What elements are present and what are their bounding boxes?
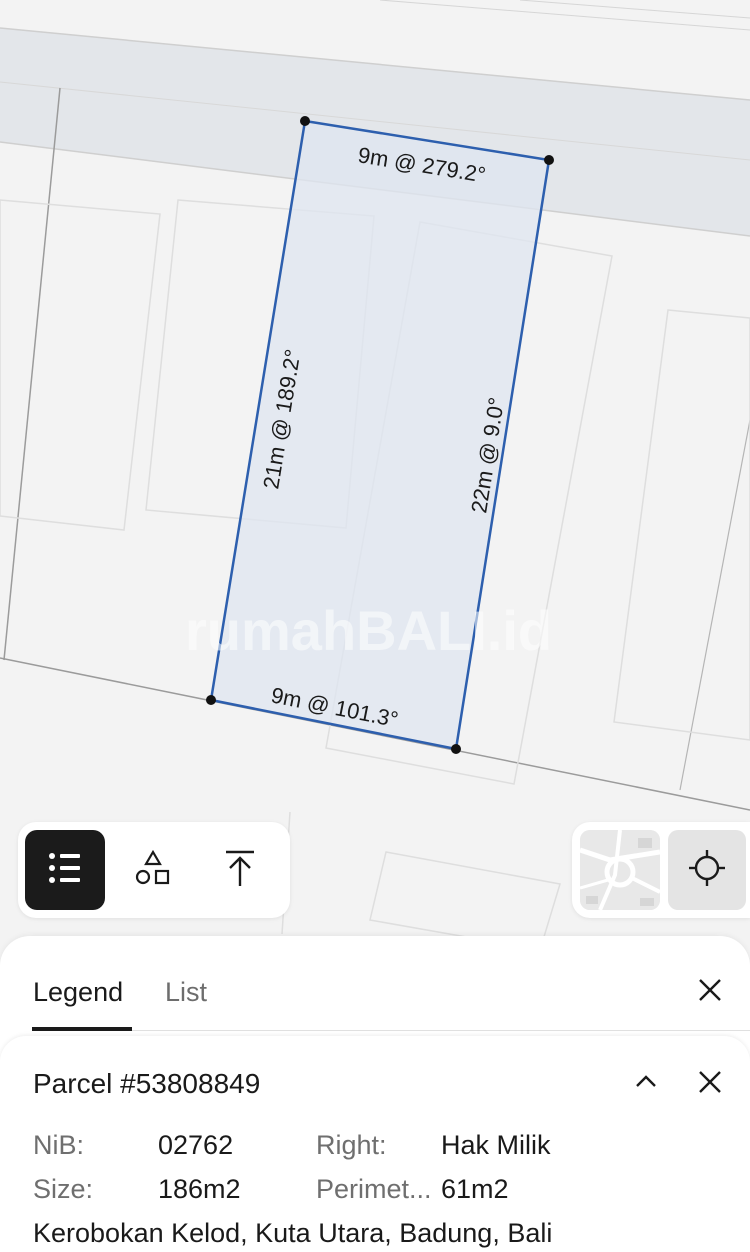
- crosshair-icon: [687, 848, 727, 893]
- panel-tabs: Legend List: [0, 936, 750, 1032]
- tab-divider: [32, 1030, 750, 1031]
- parcel-vertex[interactable]: [544, 155, 554, 165]
- close-panel-button[interactable]: [692, 974, 728, 1010]
- size-label: Size:: [33, 1174, 94, 1204]
- nib-label: NiB:: [33, 1130, 85, 1160]
- nib-value: 02762: [158, 1130, 234, 1160]
- export-button[interactable]: [200, 830, 280, 910]
- parcel-title: Parcel #53808849: [33, 1068, 261, 1099]
- basemap-thumbnail: [580, 830, 660, 910]
- chevron-up-icon: [633, 1069, 659, 1100]
- right-value: Hak Milik: [441, 1130, 551, 1160]
- watermark: rumahBALI.id: [185, 599, 552, 662]
- close-icon: [697, 1069, 723, 1100]
- close-card-button[interactable]: [692, 1066, 728, 1102]
- close-icon: [697, 977, 723, 1008]
- tab-list[interactable]: List: [165, 977, 207, 1008]
- size-value: 186m2: [158, 1174, 241, 1204]
- parcel-vertex[interactable]: [300, 116, 310, 126]
- legend-toggle-button[interactable]: [25, 830, 105, 910]
- parcel-vertex[interactable]: [451, 744, 461, 754]
- parcel-card: Parcel #53808849 NiB: 02762 Right: Hak M…: [0, 1036, 750, 1252]
- collapse-card-button[interactable]: [628, 1066, 664, 1102]
- parcel-address: Kerobokan Kelod, Kuta Utara, Badung, Bal…: [33, 1218, 553, 1248]
- parcel-vertex[interactable]: [206, 695, 216, 705]
- app: 9m @ 279.2° 21m @ 189.2° 22m @ 9.0° 9m @…: [0, 0, 750, 1252]
- map-toolbar: [18, 822, 290, 918]
- perimeter-value: 61m2: [441, 1174, 509, 1204]
- right-label: Right:: [316, 1130, 387, 1160]
- basemap-switch-button[interactable]: [580, 830, 660, 910]
- shapes-button[interactable]: [113, 830, 193, 910]
- list-icon: [45, 848, 85, 893]
- perimeter-label: Perimet...: [316, 1174, 432, 1204]
- active-tab-indicator: [32, 1027, 132, 1031]
- map-controls: [572, 822, 750, 918]
- bottom-panel: Legend List Parcel #53808849 NiB: 02762 …: [0, 936, 750, 1252]
- upload-arrow-icon: [220, 848, 260, 893]
- tab-legend[interactable]: Legend: [33, 977, 123, 1008]
- shapes-icon: [133, 848, 173, 893]
- locate-me-button[interactable]: [668, 830, 746, 910]
